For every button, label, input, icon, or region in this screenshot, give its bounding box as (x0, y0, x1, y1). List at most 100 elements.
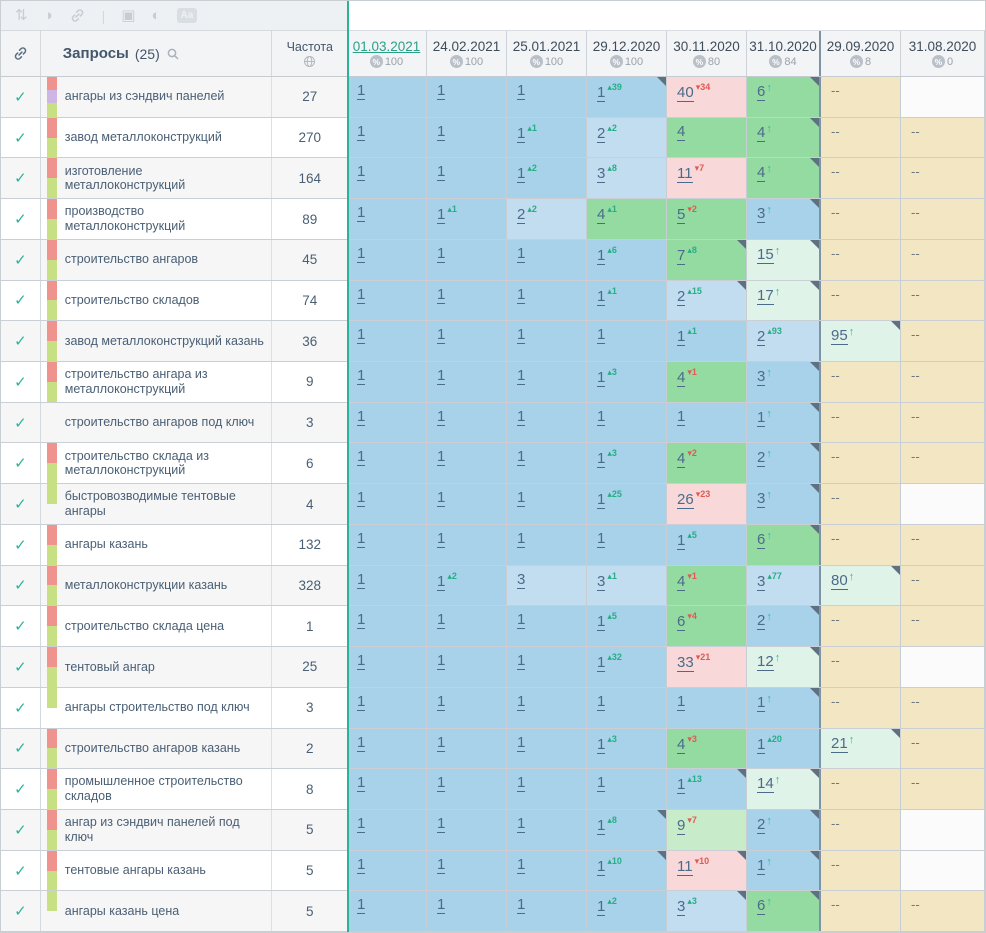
position-cell[interactable]: 1▴8 (587, 810, 667, 850)
position-cell[interactable]: 1 (427, 362, 507, 402)
position-link[interactable]: 4 (677, 369, 685, 387)
position-cell[interactable]: 1▴5 (587, 606, 667, 646)
position-cell[interactable]: 1 (347, 403, 427, 443)
position-link[interactable]: 26 (677, 491, 694, 509)
keyword-checkbox[interactable]: ✓ (1, 240, 41, 280)
position-link[interactable]: 1 (597, 84, 605, 102)
search-icon[interactable] (166, 47, 180, 61)
position-cell[interactable]: 33▾21 (667, 647, 747, 687)
position-cell[interactable]: 4↑ (747, 118, 821, 158)
position-link[interactable]: 1 (597, 408, 605, 426)
position-link[interactable]: 1 (437, 652, 445, 670)
position-link[interactable]: 1 (357, 734, 365, 752)
position-link[interactable]: 3 (757, 573, 765, 591)
position-link[interactable]: 1 (437, 326, 445, 344)
position-link[interactable]: 3 (757, 205, 765, 223)
keyword-checkbox[interactable]: ✓ (1, 362, 41, 402)
keyword-checkbox[interactable]: ✓ (1, 729, 41, 769)
keyword-checkbox[interactable]: ✓ (1, 566, 41, 606)
position-cell[interactable]: 1 (507, 240, 587, 280)
position-cell[interactable]: 3▴8 (587, 158, 667, 198)
position-link[interactable]: 1 (517, 611, 525, 629)
position-cell[interactable]: 1 (587, 688, 667, 728)
position-cell[interactable]: 1 (347, 688, 427, 728)
position-link[interactable]: 2 (757, 816, 765, 834)
position-link[interactable]: 3 (517, 571, 525, 589)
position-link[interactable]: 1 (597, 326, 605, 344)
keyword-cell[interactable]: завод металлоконструкций казань (41, 321, 272, 361)
position-link[interactable]: 1 (517, 125, 525, 143)
position-link[interactable]: 1 (597, 693, 605, 711)
position-cell[interactable]: 1 (347, 525, 427, 565)
date-label[interactable]: 24.02.2021 (433, 39, 501, 54)
position-cell[interactable]: 1 (507, 729, 587, 769)
position-cell[interactable]: 1 (507, 647, 587, 687)
position-cell[interactable]: 1▴39 (587, 77, 667, 117)
position-cell[interactable]: 1 (427, 647, 507, 687)
position-cell[interactable]: 1 (507, 443, 587, 483)
position-link[interactable]: 1 (677, 408, 685, 426)
position-link[interactable]: 6 (677, 613, 685, 631)
position-link[interactable]: 7 (677, 247, 685, 265)
position-cell[interactable]: 1▴2 (587, 891, 667, 931)
position-cell[interactable]: 1 (507, 281, 587, 321)
date-column-header[interactable]: 29.09.2020%8 (821, 31, 901, 76)
position-cell[interactable]: 5▾2 (667, 199, 747, 239)
keyword-cell[interactable]: строительство ангаров казань (41, 729, 272, 769)
position-link[interactable]: 1 (357, 896, 365, 914)
position-cell[interactable]: 2▴93 (747, 321, 821, 361)
keyword-cell[interactable]: производство металлоконструкций (41, 199, 272, 239)
keyword-cell[interactable]: ангары казань (41, 525, 272, 565)
position-cell[interactable]: 4▴1 (587, 199, 667, 239)
position-link[interactable]: 1 (437, 774, 445, 792)
position-cell[interactable]: 1 (427, 484, 507, 524)
position-cell[interactable]: 6↑ (747, 891, 821, 931)
position-cell[interactable]: 1▴5 (667, 525, 747, 565)
position-cell[interactable]: 1▴25 (587, 484, 667, 524)
position-cell[interactable]: 15↑ (747, 240, 821, 280)
position-cell[interactable]: 1 (347, 443, 427, 483)
position-link[interactable]: 4 (757, 164, 765, 182)
keyword-cell[interactable]: тентовые ангары казань (41, 851, 272, 891)
position-link[interactable]: 2 (517, 206, 525, 224)
position-cell[interactable]: 1 (347, 566, 427, 606)
position-link[interactable]: 1 (357, 163, 365, 181)
position-cell[interactable]: 1 (427, 688, 507, 728)
keyword-checkbox[interactable]: ✓ (1, 851, 41, 891)
date-column-header[interactable]: 31.08.2020%0 (901, 31, 985, 76)
date-label[interactable]: 30.11.2020 (673, 39, 740, 54)
position-cell[interactable]: 80↑ (821, 566, 901, 606)
window-icon[interactable]: ▣ (121, 8, 135, 23)
position-cell[interactable]: 1 (347, 240, 427, 280)
position-link[interactable]: 1 (757, 694, 765, 712)
keyword-cell[interactable]: быстровозводимые тентовые ангары (41, 484, 272, 524)
position-link[interactable]: 1 (437, 856, 445, 874)
sort-icon[interactable]: ⇅ (15, 8, 28, 23)
position-cell[interactable]: 1▴32 (587, 647, 667, 687)
position-link[interactable]: 4 (757, 124, 765, 142)
position-cell[interactable]: 1 (507, 769, 587, 809)
keyword-cell[interactable]: тентовый ангар (41, 647, 272, 687)
position-cell[interactable]: 1 (347, 484, 427, 524)
position-link[interactable]: 1 (517, 448, 525, 466)
position-link[interactable]: 1 (357, 489, 365, 507)
link-icon[interactable] (69, 7, 86, 24)
position-cell[interactable]: 1 (427, 281, 507, 321)
position-cell[interactable]: 4↑ (747, 158, 821, 198)
keyword-checkbox[interactable]: ✓ (1, 158, 41, 198)
position-link[interactable]: 1 (517, 82, 525, 100)
position-link[interactable]: 1 (597, 450, 605, 468)
position-cell[interactable]: 1↑ (747, 403, 821, 443)
position-link[interactable]: 1 (357, 652, 365, 670)
position-link[interactable]: 40 (677, 84, 694, 102)
position-link[interactable]: 1 (357, 571, 365, 589)
contrast-circle-icon[interactable]: ◑ (44, 8, 53, 23)
keyword-checkbox[interactable]: ✓ (1, 484, 41, 524)
position-cell[interactable]: 9▾7 (667, 810, 747, 850)
position-cell[interactable]: 1 (427, 77, 507, 117)
position-cell[interactable]: 1 (427, 769, 507, 809)
position-cell[interactable]: 1 (427, 810, 507, 850)
position-link[interactable]: 1 (437, 611, 445, 629)
date-column-header[interactable]: 29.12.2020%100 (587, 31, 667, 76)
position-cell[interactable]: 1▴10 (587, 851, 667, 891)
